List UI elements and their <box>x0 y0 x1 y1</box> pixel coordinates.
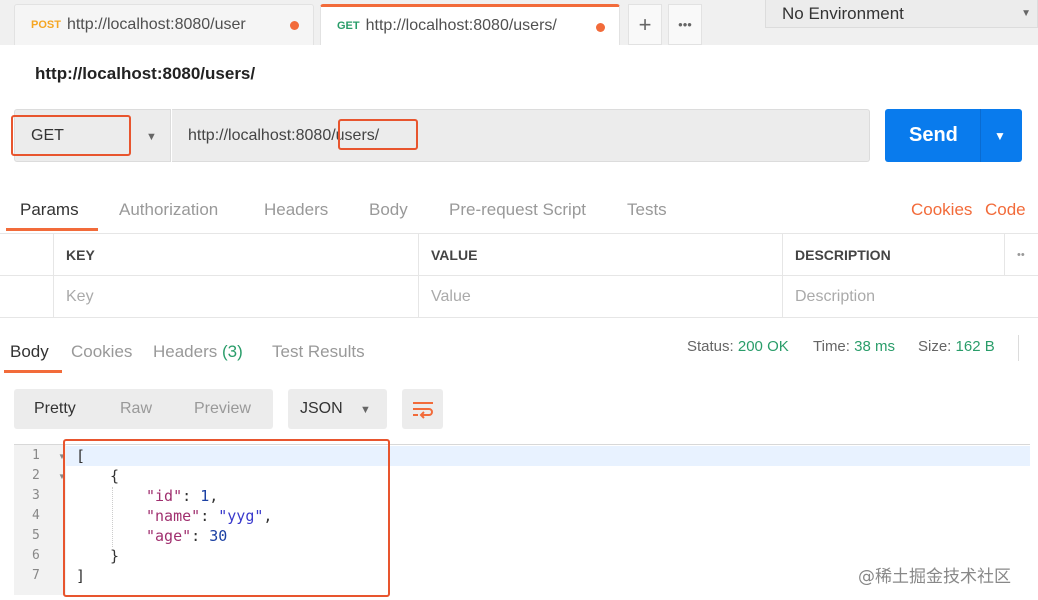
tab-authorization[interactable]: Authorization <box>119 200 218 220</box>
cookies-link[interactable]: Cookies <box>911 200 972 220</box>
description-input[interactable]: Description <box>782 276 1038 318</box>
environment-select[interactable]: No Environment ▼ <box>765 0 1038 28</box>
unsaved-dot-icon <box>290 21 299 30</box>
format-select[interactable]: JSON ▼ <box>288 389 387 429</box>
time-label: Time: <box>813 338 850 355</box>
request-tab-post-user[interactable]: POST http://localhost:8080/user <box>14 4 314 45</box>
request-tabs: Params Authorization Headers Body Pre-re… <box>0 190 1038 232</box>
size-label: Size: <box>918 338 952 355</box>
table-row: Key Value Description <box>0 276 1038 318</box>
tab-params[interactable]: Params <box>20 200 79 220</box>
response-headers-count: (3) <box>222 342 243 361</box>
environment-label: No Environment <box>782 3 904 23</box>
send-button[interactable]: Send ▼ <box>885 109 1022 162</box>
send-options-chevron-icon[interactable]: ▼ <box>994 129 1006 143</box>
view-mode-group: Pretty Raw Preview <box>14 389 273 429</box>
time-readout: Time: 38 ms <box>813 338 895 355</box>
column-header-description: DESCRIPTION <box>782 234 1004 276</box>
tab-method-label: POST <box>31 19 61 31</box>
view-preview-button[interactable]: Preview <box>194 400 251 418</box>
tab-strip: POST http://localhost:8080/user GET http… <box>0 0 1038 45</box>
tab-headers[interactable]: Headers <box>264 200 328 220</box>
watermark: @稀土掘金技术社区 <box>858 567 1011 587</box>
size-readout: Size: 162 B <box>918 338 995 355</box>
response-highlight <box>63 439 390 597</box>
status-label: Status: <box>687 338 734 355</box>
tab-url-label: http://localhost:8080/user <box>66 16 246 33</box>
active-tab-underline <box>6 228 98 231</box>
request-tab-get-users[interactable]: GET http://localhost:8080/users/ <box>320 4 620 45</box>
chevron-down-icon: ▼ <box>360 404 371 416</box>
value-input[interactable]: Value <box>418 276 782 318</box>
params-table: KEY VALUE DESCRIPTION •• Key Value Descr… <box>0 233 1038 319</box>
tab-response-headers[interactable]: Headers (3) <box>153 342 243 362</box>
url-input[interactable]: http://localhost:8080/users/ <box>172 109 870 162</box>
active-tab-underline <box>4 370 62 373</box>
tab-response-body[interactable]: Body <box>10 342 49 362</box>
code-link[interactable]: Code <box>985 200 1026 220</box>
wrap-lines-icon <box>412 402 433 419</box>
tab-url-label: http://localhost:8080/users/ <box>365 17 557 34</box>
tab-body[interactable]: Body <box>369 200 408 220</box>
column-header-key: KEY <box>53 234 418 276</box>
status-readout: Status: 200 OK <box>687 338 789 355</box>
response-headers-label: Headers <box>153 342 218 361</box>
tab-response-cookies[interactable]: Cookies <box>71 342 132 362</box>
column-options-button[interactable]: •• <box>1004 234 1038 276</box>
response-tabs: Body Cookies Headers (3) Test Results St… <box>0 330 1038 375</box>
size-value: 162 B <box>955 338 995 355</box>
send-divider <box>980 109 981 162</box>
path-highlight <box>338 119 418 150</box>
table-header-row: KEY VALUE DESCRIPTION •• <box>0 234 1038 276</box>
tab-test-results[interactable]: Test Results <box>272 342 365 362</box>
unsaved-dot-icon <box>596 23 605 32</box>
more-tabs-button[interactable]: ••• <box>668 4 702 45</box>
request-title: http://localhost:8080/users/ <box>35 64 256 83</box>
stats-divider <box>1018 335 1019 361</box>
status-value: 200 OK <box>737 338 789 355</box>
wrap-lines-button[interactable] <box>402 389 443 429</box>
method-highlight <box>11 115 131 156</box>
format-label: JSON <box>300 400 343 417</box>
new-tab-button[interactable]: + <box>628 4 662 45</box>
key-input[interactable]: Key <box>53 276 418 318</box>
chevron-down-icon: ▼ <box>1021 8 1031 19</box>
tab-tests[interactable]: Tests <box>627 200 667 220</box>
chevron-down-icon: ▼ <box>146 131 157 143</box>
row-handle-cell <box>0 234 53 276</box>
tab-pre-request-script[interactable]: Pre-request Script <box>449 200 586 220</box>
view-raw-button[interactable]: Raw <box>120 400 152 418</box>
column-header-value: VALUE <box>418 234 782 276</box>
row-handle-cell <box>0 276 53 318</box>
view-pretty-button[interactable]: Pretty <box>34 400 76 418</box>
send-label: Send <box>909 124 958 146</box>
time-value: 38 ms <box>854 338 895 355</box>
tab-method-label: GET <box>337 20 360 32</box>
